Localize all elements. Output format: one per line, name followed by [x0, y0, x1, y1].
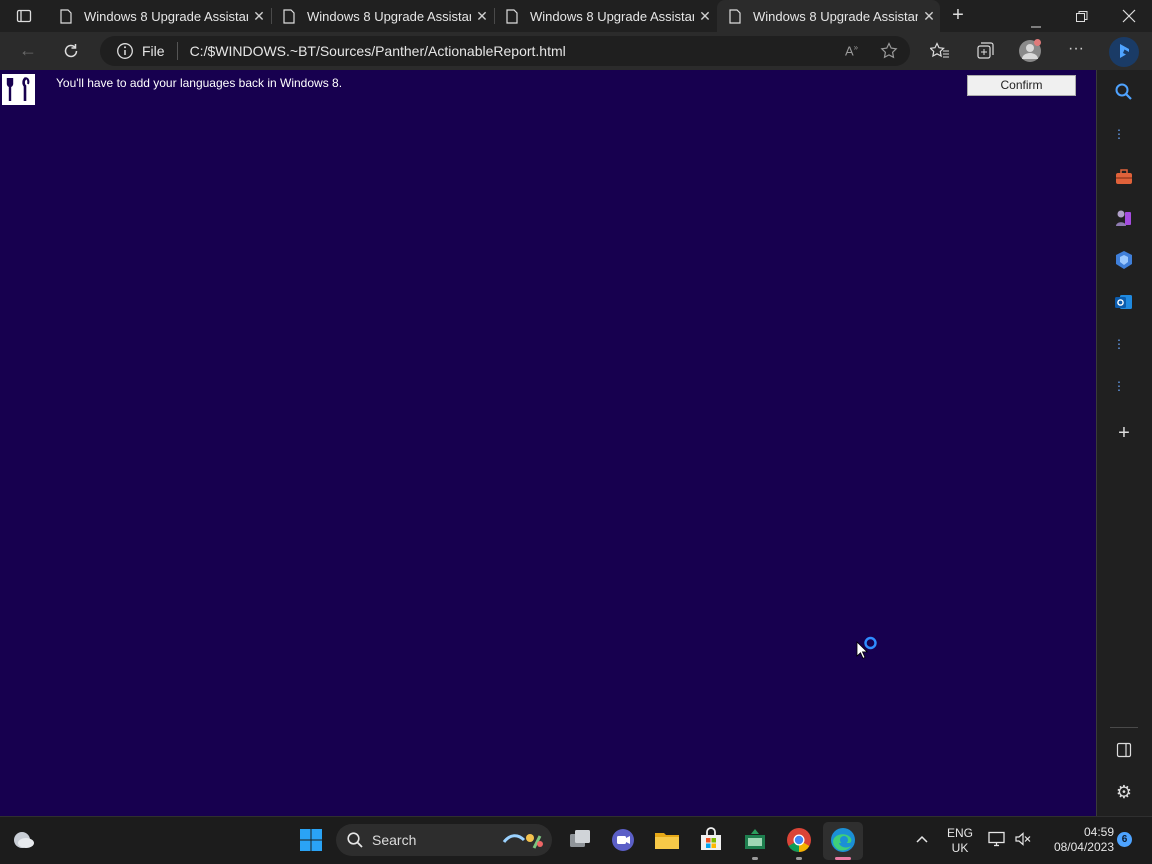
search-icon [347, 832, 363, 848]
upgrade-assistant-app-icon[interactable] [741, 826, 769, 854]
tab-4-active[interactable]: Windows 8 Upgrade Assistant ✕ [717, 0, 940, 32]
scheme-label: File [142, 43, 165, 59]
search-icon[interactable] [1110, 82, 1138, 106]
notification-badge[interactable]: 6 [1117, 832, 1132, 847]
add-favorite-icon[interactable] [880, 42, 900, 60]
running-indicator [752, 857, 758, 860]
tools-briefcase-icon[interactable] [1110, 168, 1138, 192]
clock-date: 08/04/2023 [1053, 840, 1114, 854]
taskbar-search[interactable]: Search [336, 824, 552, 856]
teams-chat-icon[interactable] [609, 826, 637, 854]
document-icon [729, 8, 741, 24]
profile-badge-icon [1034, 39, 1041, 46]
file-explorer-icon[interactable] [653, 826, 681, 854]
outlook-icon[interactable] [1110, 292, 1138, 316]
refresh-icon[interactable] [62, 42, 80, 60]
sidebar-divider [1110, 727, 1138, 728]
language-code: ENG [946, 826, 973, 840]
show-hidden-icons-icon[interactable] [914, 832, 930, 846]
address-divider [176, 42, 178, 60]
confirm-button[interactable]: Confirm [967, 75, 1076, 96]
tools-icon [2, 74, 35, 105]
document-icon [283, 8, 295, 24]
volume-muted-icon[interactable] [1014, 831, 1032, 847]
tab-title: Windows 8 Upgrade Assistant [84, 8, 248, 24]
running-indicator [796, 857, 802, 860]
hide-sidebar-icon[interactable] [1110, 742, 1138, 766]
close-window-icon[interactable] [1122, 9, 1136, 23]
microsoft-365-icon[interactable] [1110, 250, 1138, 274]
tab-actions-icon[interactable] [16, 8, 32, 24]
sidebar-dot-icon: ⋮ [1113, 127, 1125, 141]
search-label: Search [372, 832, 417, 848]
chrome-icon[interactable] [785, 826, 813, 854]
busy-cursor-icon [856, 634, 880, 662]
document-icon [60, 8, 72, 24]
microsoft-store-icon[interactable] [697, 826, 725, 854]
bing-chat-icon[interactable] [1109, 37, 1139, 67]
sidebar-dot-icon: ⋮ [1113, 337, 1125, 351]
collections-icon[interactable] [975, 42, 995, 60]
task-view-icon[interactable] [566, 826, 594, 854]
new-tab-icon[interactable]: + [946, 4, 970, 28]
network-icon[interactable] [988, 831, 1006, 847]
edge-icon[interactable] [829, 826, 857, 854]
tab-title: Windows 8 Upgrade Assistant [307, 8, 471, 24]
back-icon[interactable]: ← [16, 40, 40, 62]
clock-time: 04:59 [1083, 825, 1114, 839]
url-text[interactable]: C:/$WINDOWS.~BT/Sources/Panther/Actionab… [190, 43, 566, 59]
add-sidebar-app-icon[interactable]: + [1110, 422, 1138, 446]
search-highlight-icon [502, 834, 543, 849]
favorites-icon[interactable] [929, 42, 950, 60]
tab-title: Windows 8 Upgrade Assistant [530, 8, 694, 24]
active-app-indicator [835, 857, 851, 860]
read-aloud-icon[interactable]: A» [845, 43, 863, 59]
close-tab-icon[interactable]: ✕ [471, 8, 493, 25]
more-options-icon[interactable]: ··· [1064, 40, 1088, 60]
language-indicator[interactable]: ENG UK [944, 826, 976, 856]
tab-title: Windows 8 Upgrade Assistant [753, 8, 918, 24]
close-tab-icon[interactable]: ✕ [248, 8, 270, 25]
minimize-icon[interactable] [1027, 15, 1045, 28]
tab-3[interactable]: Windows 8 Upgrade Assistant ✕ [494, 0, 716, 32]
settings-gear-icon[interactable]: ⚙ [1110, 782, 1138, 806]
restore-icon[interactable] [1076, 10, 1088, 22]
tab-1[interactable]: Windows 8 Upgrade Assistant ✕ [48, 0, 270, 32]
weather-icon[interactable] [10, 826, 38, 854]
keyboard-layout: UK [951, 841, 969, 855]
report-message: You'll have to add your languages back i… [56, 76, 343, 90]
close-tab-icon[interactable]: ✕ [694, 8, 716, 25]
tab-2[interactable]: Windows 8 Upgrade Assistant ✕ [271, 0, 493, 32]
games-icon[interactable] [1110, 208, 1138, 232]
start-windows-icon[interactable] [297, 826, 325, 854]
document-icon [506, 8, 518, 24]
sidebar-dot-icon: ⋮ [1113, 379, 1125, 393]
report-page [0, 70, 1096, 816]
close-tab-icon[interactable]: ✕ [918, 8, 940, 25]
address-bar[interactable]: File C:/$WINDOWS.~BT/Sources/Panther/Act… [100, 36, 910, 66]
info-icon[interactable] [116, 42, 134, 60]
clock[interactable]: 04:59 08/04/2023 [1040, 825, 1114, 857]
